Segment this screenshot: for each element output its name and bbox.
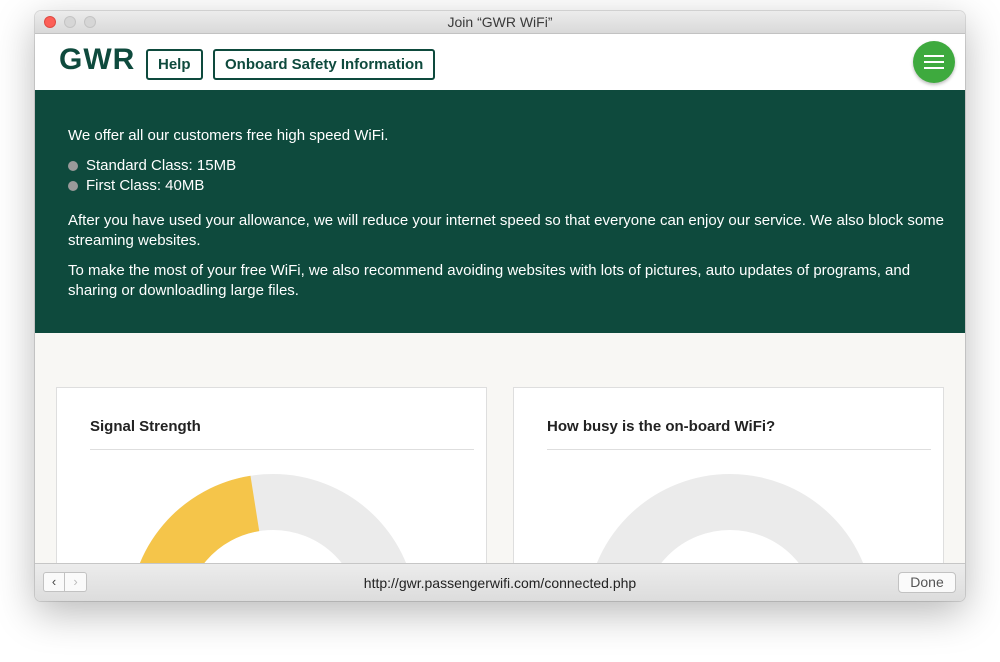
url-display: http://gwr.passengerwifi.com/connected.p…	[363, 575, 637, 591]
busy-gauge	[592, 474, 868, 576]
bullet-icon	[68, 181, 78, 191]
site-header: GWR Help Onboard Safety Information	[35, 34, 965, 91]
window-title: Join “GWR WiFi”	[447, 14, 553, 30]
signal-gauge	[135, 474, 411, 576]
recommendation-text: To make the most of your free WiFi, we a…	[68, 262, 911, 299]
intro-text: We offer all our customers free high spe…	[68, 127, 389, 144]
wifi-busy-card: How busy is the on-board WiFi?	[513, 387, 944, 577]
safety-info-button[interactable]: Onboard Safety Information	[213, 49, 436, 80]
hamburger-icon	[924, 55, 944, 57]
done-button[interactable]: Done	[898, 572, 956, 593]
list-item: First Class: 40MB	[68, 176, 236, 196]
menu-button[interactable]	[913, 41, 955, 83]
gwr-logo[interactable]: GWR	[59, 43, 135, 77]
allowance-text: After you have used your allowance, we w…	[68, 212, 945, 249]
wifi-info-banner: We offer all our customers free high spe…	[35, 90, 965, 333]
popup-window: Join “GWR WiFi” GWR Help Onboard Safety …	[35, 11, 965, 601]
list-item: Standard Class: 15MB	[68, 156, 236, 176]
bullet-icon	[68, 161, 78, 171]
help-button[interactable]: Help	[146, 49, 203, 80]
bottom-bar: ‹ › http://gwr.passengerwifi.com/connect…	[35, 563, 965, 601]
signal-strength-card: Signal Strength	[56, 387, 487, 577]
title-bar: Join “GWR WiFi”	[35, 11, 965, 34]
allowance-list: Standard Class: 15MB First Class: 40MB	[68, 156, 236, 196]
